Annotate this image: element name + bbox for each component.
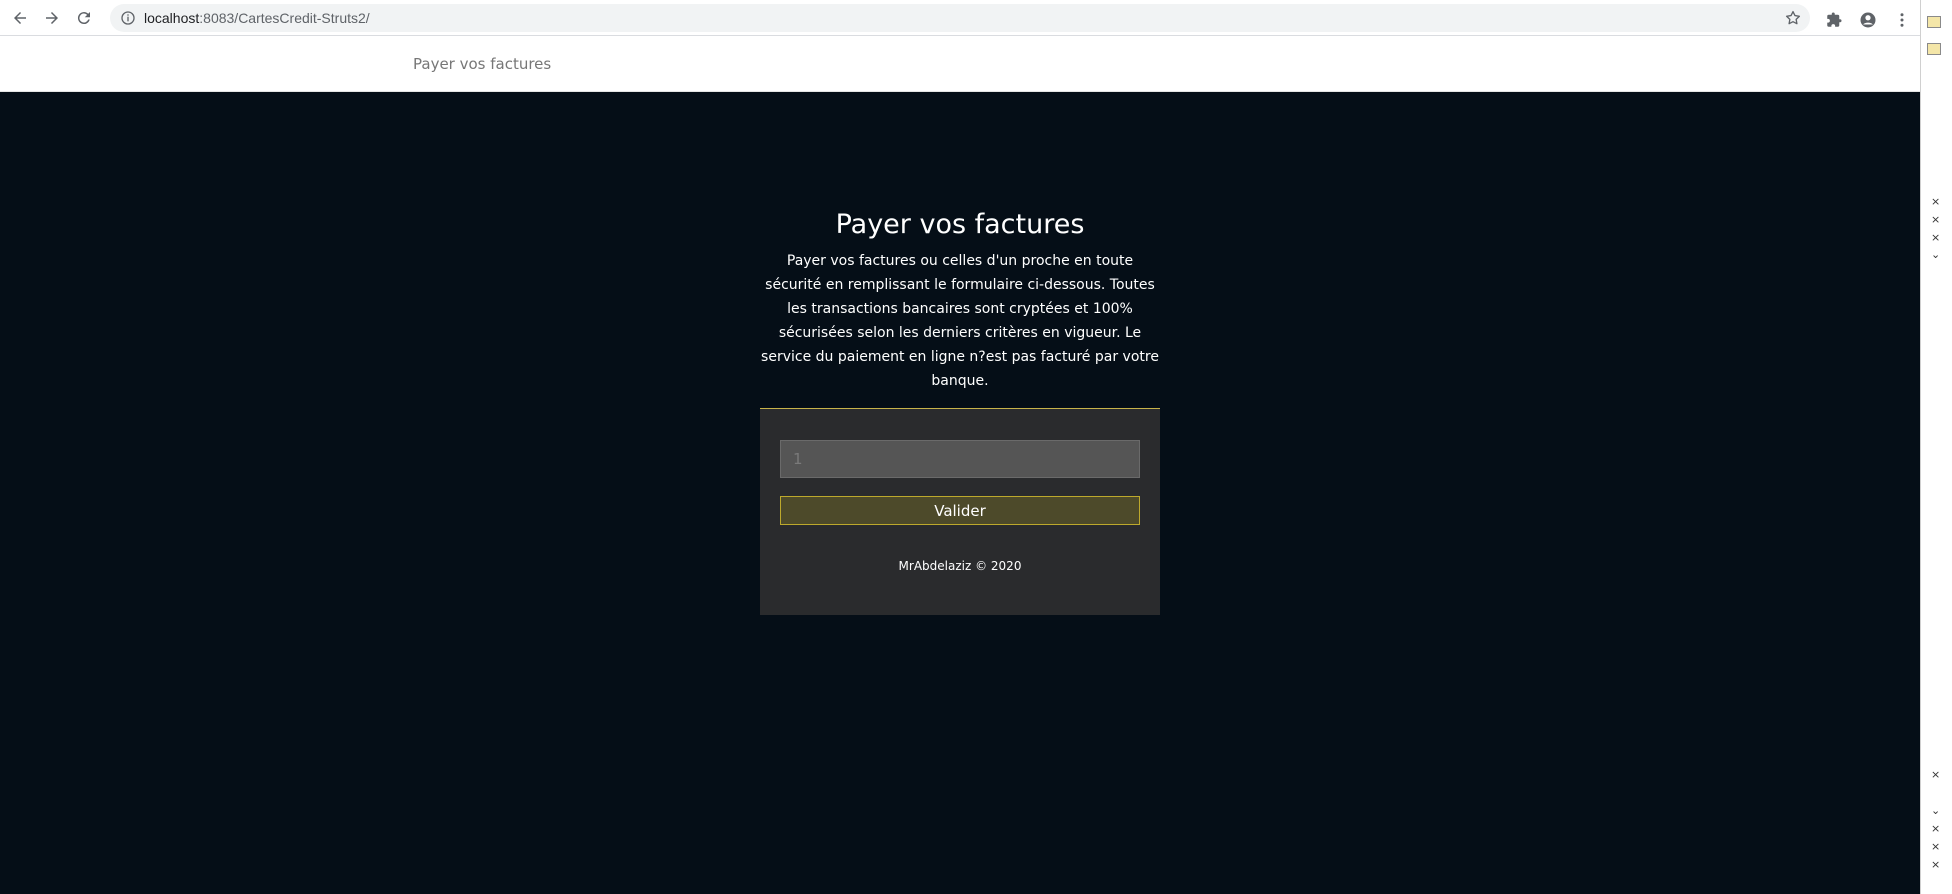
address-bar[interactable]: localhost:8083/CartesCredit-Struts2/: [110, 4, 1810, 32]
main-section: Payer vos factures Payer vos factures ou…: [0, 92, 1920, 894]
close-icon[interactable]: ×: [1931, 213, 1940, 226]
intro-block: Payer vos factures Payer vos factures ou…: [760, 207, 1160, 393]
copyright-text: MrAbdelaziz © 2020: [898, 559, 1022, 573]
info-icon[interactable]: [120, 10, 136, 26]
profile-button[interactable]: [1854, 4, 1882, 36]
package-icon[interactable]: [1927, 43, 1941, 55]
ide-side-panel: × × × ⌄ × ⌄ × × ×: [1920, 0, 1952, 894]
chevron-down-icon[interactable]: ⌄: [1931, 804, 1940, 817]
puzzle-icon: [1827, 12, 1842, 27]
submit-button[interactable]: Valider: [780, 496, 1140, 525]
intro-description: Payer vos factures ou celles d'un proche…: [761, 253, 1159, 389]
close-icon[interactable]: ×: [1931, 195, 1940, 208]
close-icon[interactable]: ×: [1931, 768, 1940, 781]
navbar-brand-link[interactable]: Payer vos factures: [413, 55, 551, 73]
back-button[interactable]: [4, 2, 36, 34]
close-icon[interactable]: ×: [1931, 840, 1940, 853]
close-icon[interactable]: ×: [1931, 822, 1940, 835]
page-title: Payer vos factures: [835, 209, 1085, 240]
browser-toolbar: localhost:8083/CartesCredit-Struts2/: [0, 0, 1920, 36]
site-navbar: Payer vos factures: [0, 37, 1920, 92]
arrow-left-icon: [14, 11, 26, 24]
forward-button[interactable]: [36, 2, 68, 34]
reload-button[interactable]: [68, 2, 100, 34]
url-host: localhost: [144, 10, 200, 26]
reload-icon: [77, 11, 90, 24]
invoice-number-input[interactable]: [780, 440, 1140, 478]
account-icon: [1860, 12, 1876, 28]
menu-button[interactable]: [1888, 4, 1916, 36]
extensions-button[interactable]: [1820, 4, 1848, 36]
close-icon[interactable]: ×: [1931, 858, 1940, 871]
close-icon[interactable]: ×: [1931, 231, 1940, 244]
chevron-down-icon[interactable]: ⌄: [1931, 248, 1940, 261]
url-path: :8083/CartesCredit-Struts2/: [199, 10, 370, 26]
kebab-menu-icon: [1900, 13, 1904, 27]
url-text[interactable]: localhost:8083/CartesCredit-Struts2/: [144, 10, 370, 26]
arrow-right-icon: [46, 11, 58, 24]
payment-form-panel: Valider MrAbdelaziz © 2020: [760, 408, 1160, 615]
window-icon[interactable]: [1927, 16, 1941, 28]
star-icon[interactable]: [1784, 9, 1802, 27]
